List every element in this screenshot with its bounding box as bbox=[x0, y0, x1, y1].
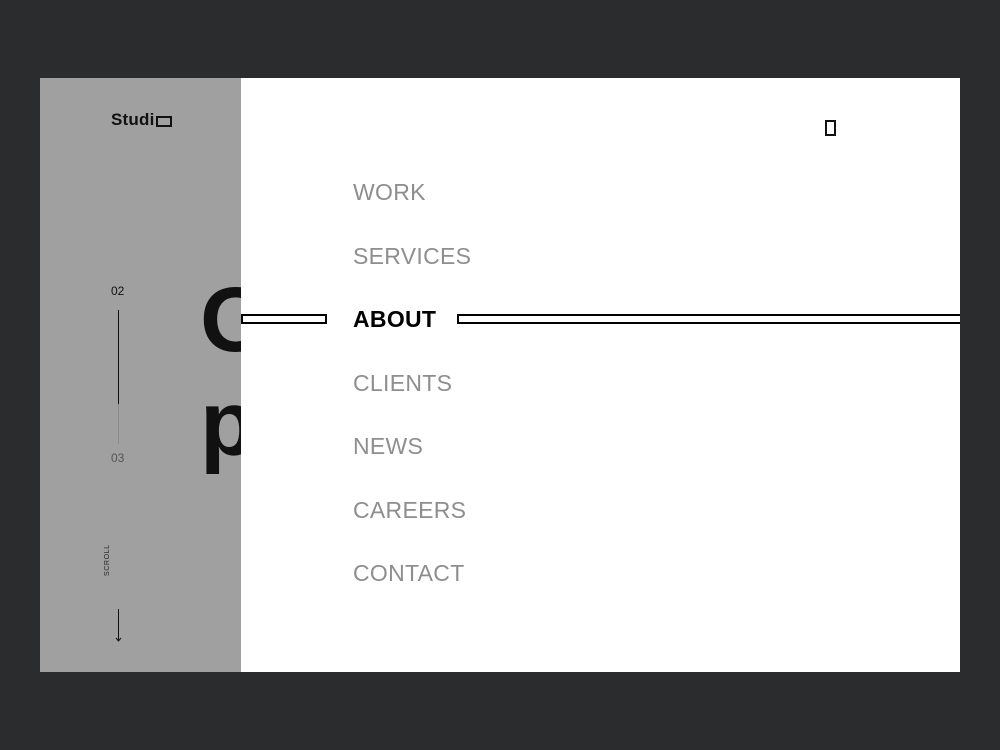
menu-item-work[interactable]: WORK bbox=[353, 178, 471, 242]
slide-counter-next: 03 bbox=[111, 451, 125, 465]
close-icon[interactable] bbox=[825, 120, 836, 136]
app-frame: Studi 02 03 O p SCROLL WORK SERVICES ABOUT… bbox=[40, 78, 960, 672]
logo[interactable]: Studi bbox=[111, 110, 172, 130]
menu-item-services[interactable]: SERVICES bbox=[353, 242, 471, 306]
active-indicator-left-bar bbox=[241, 314, 327, 324]
sidebar: Studi 02 03 O p SCROLL bbox=[40, 78, 272, 672]
slide-counter-current: 02 bbox=[111, 284, 125, 298]
menu-item-careers[interactable]: CAREERS bbox=[353, 496, 471, 560]
rectangle-o-icon bbox=[155, 115, 172, 127]
active-indicator-right-bar bbox=[457, 314, 960, 324]
menu-panel: WORK SERVICES ABOUT CLIENTS NEWS CAREERS CONTA… bbox=[241, 78, 960, 672]
logo-text: Studi bbox=[111, 110, 155, 129]
menu-item-about[interactable]: ABOUT bbox=[353, 305, 471, 369]
slide-progress-track bbox=[118, 310, 119, 444]
menu-item-contact[interactable]: CONTACT bbox=[353, 559, 471, 623]
main-menu: WORK SERVICES ABOUT CLIENTS NEWS CAREERS CONTA… bbox=[353, 178, 471, 623]
menu-item-clients[interactable]: CLIENTS bbox=[353, 369, 471, 433]
arrow-down-icon[interactable] bbox=[114, 609, 123, 643]
slide-progress-fill bbox=[118, 310, 119, 404]
scroll-label: SCROLL bbox=[104, 544, 111, 576]
menu-item-news[interactable]: NEWS bbox=[353, 432, 471, 496]
